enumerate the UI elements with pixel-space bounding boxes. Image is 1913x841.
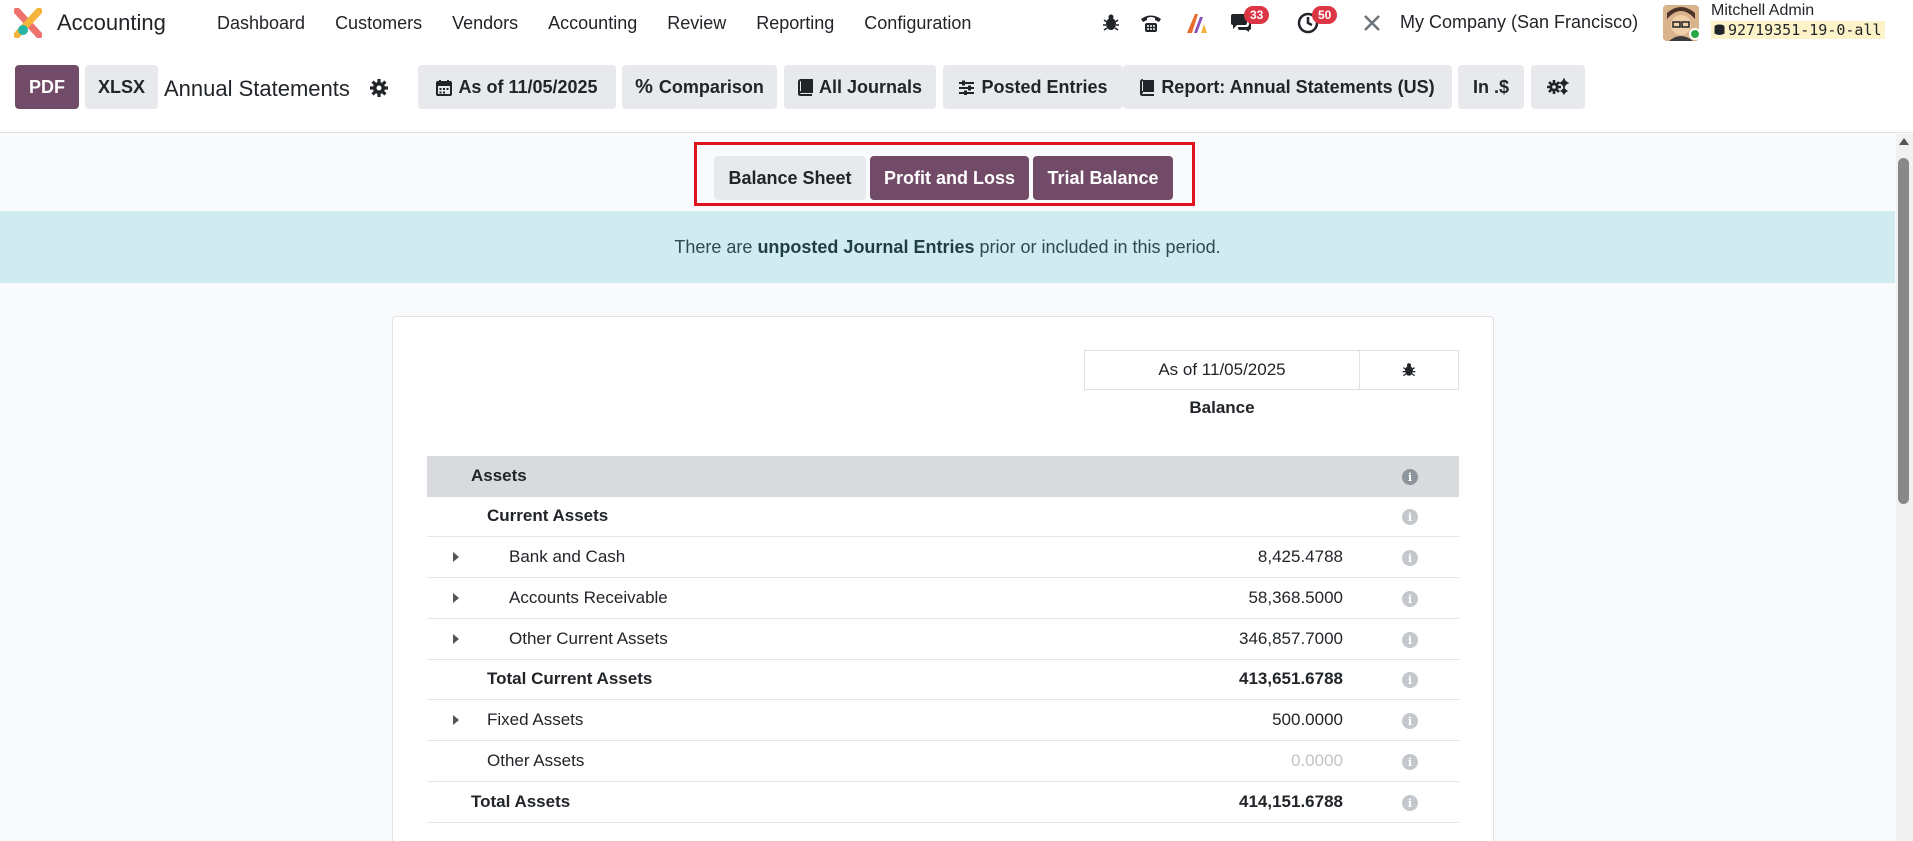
profit-and-loss-button[interactable]: Profit and Loss [870,156,1029,200]
expand-caret-icon[interactable] [453,593,459,603]
activity-badge: 50 [1312,6,1338,24]
journals-filter-button[interactable]: All Journals [784,65,936,109]
balance-sheet-button[interactable]: Balance Sheet [714,156,866,200]
info-icon[interactable]: i [1402,795,1418,811]
ai-icon[interactable] [1183,0,1211,46]
xlsx-button[interactable]: XLSX [85,65,158,109]
sliders-icon [959,80,975,95]
info-icon[interactable]: i [1402,632,1418,648]
settings-tools-icon[interactable] [1360,0,1384,46]
journals-filter-label: All Journals [818,76,923,97]
top-navbar: Accounting Dashboard Customers Vendors A… [0,0,1913,46]
menu-vendors[interactable]: Vendors [437,13,533,34]
menu-dashboard[interactable]: Dashboard [202,13,320,34]
row-value[interactable]: 500.0000 [1272,700,1343,740]
info-icon[interactable]: i [1402,713,1418,729]
database-name: 92719351-19-0-all [1711,21,1885,39]
unposted-entries-alert: There are unposted Journal Entries prior… [0,211,1895,283]
book-icon [1140,78,1155,96]
alert-suffix: prior or included in this period. [974,236,1221,257]
menu-customers[interactable]: Customers [320,13,437,34]
row-value[interactable]: 346,857.7000 [1239,619,1343,659]
row-value[interactable]: 58,368.5000 [1248,578,1343,618]
phone-icon[interactable] [1136,0,1166,46]
column-date-header[interactable]: As of 11/05/2025 [1084,350,1360,390]
table-row-assets[interactable]: Assets i [427,456,1459,497]
row-label: Total Current Assets [487,669,653,688]
pdf-button[interactable]: PDF [15,65,79,109]
info-icon[interactable]: i [1402,672,1418,688]
accounting-app-icon[interactable] [14,8,42,38]
online-status-dot [1689,28,1701,40]
table-row-total-assets[interactable]: Total Assets 414,151.6788 i [427,782,1459,823]
row-label: Total Assets [471,792,571,811]
comparison-button[interactable]: % Comparison [622,65,777,109]
menu-configuration[interactable]: Configuration [849,13,986,34]
database-icon [1714,24,1725,35]
row-label: Current Assets [487,506,609,525]
table-row-accounts-receivable[interactable]: Accounts Receivable 58,368.5000 i [427,578,1459,619]
expand-caret-icon[interactable] [453,715,459,725]
debug-icon[interactable] [1098,0,1124,46]
table-row-other-assets[interactable]: Other Assets 0.0000 i [427,741,1459,782]
report-selector-button[interactable]: Report: Annual Statements (US) [1123,65,1452,109]
row-value[interactable]: 8,425.4788 [1258,537,1343,577]
info-icon[interactable]: i [1402,509,1418,525]
debug-icon [1402,363,1416,377]
main-menu: Dashboard Customers Vendors Accounting R… [202,0,986,46]
table-row-bank-and-cash[interactable]: Bank and Cash 8,425.4788 i [427,537,1459,578]
row-value: 413,651.6788 [1239,669,1343,688]
app-name[interactable]: Accounting [57,10,166,36]
percent-icon: % [635,75,653,98]
entries-filter-button[interactable]: Posted Entries [943,65,1123,109]
row-value: 0.0000 [1291,751,1343,770]
calendar-icon [436,79,453,96]
menu-accounting[interactable]: Accounting [533,13,652,34]
info-icon[interactable]: i [1402,754,1418,770]
trial-balance-button[interactable]: Trial Balance [1033,156,1173,200]
scrollbar-thumb[interactable] [1898,158,1909,504]
user-name[interactable]: Mitchell Admin [1711,2,1814,20]
expand-caret-icon[interactable] [453,552,459,562]
control-panel: PDF XLSX Annual Statements As of 11/05/2… [0,46,1913,133]
row-label: Other Assets [487,751,585,770]
date-filter-label: As of 11/05/2025 [458,76,598,97]
balance-column-label: Balance [1189,398,1255,417]
report-selector-label: Report: Annual Statements (US) [1161,76,1435,97]
column-debug-button[interactable] [1359,350,1459,390]
table-row-current-assets[interactable]: Current Assets i [427,496,1459,537]
row-value: 414,151.6788 [1239,792,1343,811]
row-label: Accounts Receivable [509,588,668,607]
info-icon[interactable]: i [1402,550,1418,566]
row-label: Bank and Cash [509,547,626,566]
menu-reporting[interactable]: Reporting [741,13,849,34]
date-filter-button[interactable]: As of 11/05/2025 [418,65,616,109]
currency-button[interactable]: In .$ [1458,65,1524,109]
info-icon[interactable]: i [1402,469,1418,485]
entries-filter-label: Posted Entries [981,76,1108,97]
chat-badge: 33 [1244,6,1270,24]
comparison-label: Comparison [658,76,764,97]
menu-review[interactable]: Review [652,13,741,34]
expand-caret-icon[interactable] [453,634,459,644]
report-title: Annual Statements [164,76,350,101]
table-row-other-current-assets[interactable]: Other Current Assets 346,857.7000 i [427,619,1459,660]
scroll-up-arrow[interactable] [1899,138,1909,145]
gear-icon[interactable] [368,77,390,99]
row-label: Fixed Assets [487,710,584,729]
table-row-total-current-assets[interactable]: Total Current Assets 413,651.6788 i [427,659,1459,700]
row-label: Other Current Assets [509,629,668,648]
info-icon[interactable]: i [1402,591,1418,607]
gears-icon [1547,78,1569,95]
unposted-entries-link[interactable]: unposted Journal Entries [757,237,974,258]
book-icon [797,78,813,96]
alert-prefix: There are [674,236,758,257]
company-switcher[interactable]: My Company (San Francisco) [1400,12,1638,33]
options-button[interactable] [1531,65,1585,109]
row-label: Assets [471,466,527,485]
table-row-fixed-assets[interactable]: Fixed Assets 500.0000 i [427,700,1459,741]
